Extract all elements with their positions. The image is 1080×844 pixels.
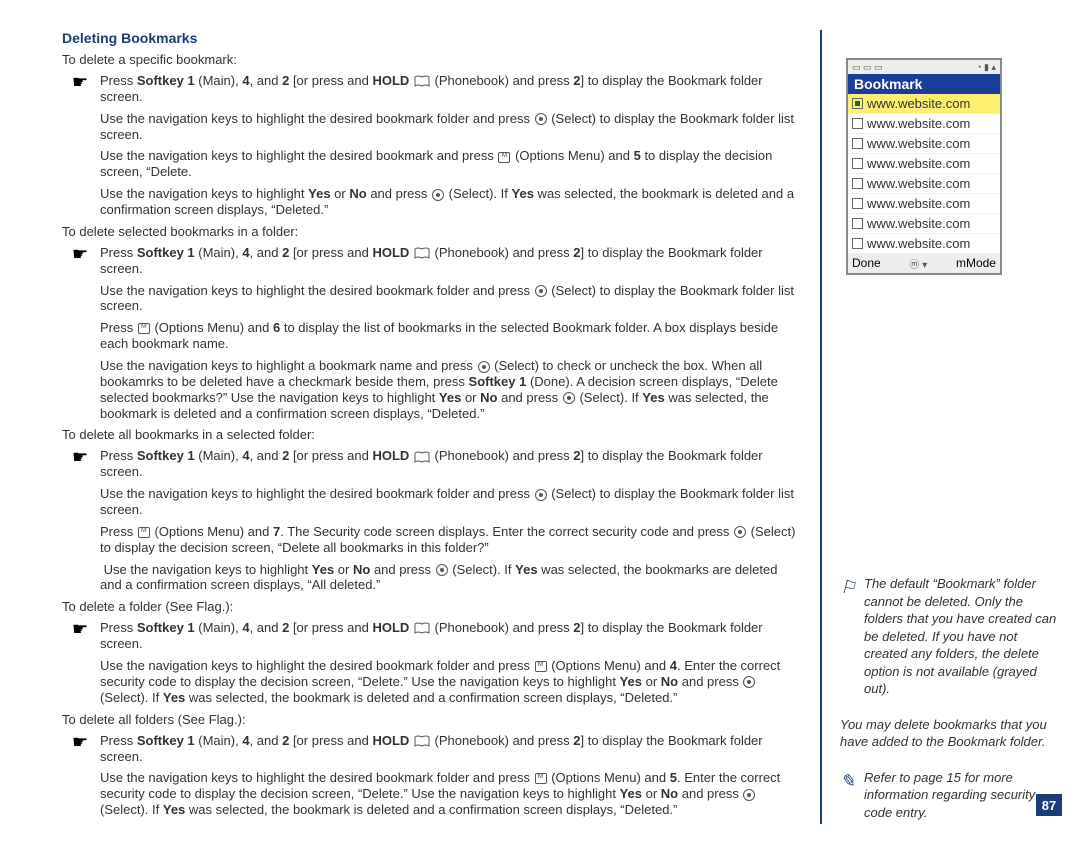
flag-note: ⚐ The default “Bookmark” folder cannot b… bbox=[840, 575, 1058, 698]
phone-screenshot: ▭ ▭ ▭ ◔ ▮ ▴ Bookmark www.website.com www… bbox=[846, 58, 1002, 275]
side-column: ▭ ▭ ▭ ◔ ▮ ▴ Bookmark www.website.com www… bbox=[840, 30, 1058, 824]
select-icon bbox=[535, 113, 547, 125]
select-icon bbox=[436, 564, 448, 576]
checkbox-icon bbox=[852, 158, 863, 169]
bookmark-list: www.website.com www.website.com www.webs… bbox=[848, 94, 1000, 254]
column-divider bbox=[820, 30, 822, 824]
select-icon bbox=[734, 526, 746, 538]
step: Press Softkey 1 (Main), 4, and 2 [or pre… bbox=[62, 448, 802, 593]
list-item: www.website.com bbox=[848, 134, 1000, 154]
step: Press Softkey 1 (Main), 4, and 2 [or pre… bbox=[62, 245, 802, 422]
key-icon: ✎ bbox=[840, 769, 855, 793]
list-item: www.website.com bbox=[848, 94, 1000, 114]
document-page: Deleting Bookmarks To delete a specific … bbox=[0, 0, 1080, 844]
status-left-icons: ▭ ▭ ▭ bbox=[852, 62, 883, 73]
options-menu-icon bbox=[498, 152, 510, 163]
list-item: www.website.com bbox=[848, 154, 1000, 174]
step: Press Softkey 1 (Main), 4, and 2 [or pre… bbox=[62, 73, 802, 218]
step: Press Softkey 1 (Main), 4, and 2 [or pre… bbox=[62, 620, 802, 705]
phonebook-icon bbox=[414, 247, 430, 260]
options-menu-icon bbox=[535, 661, 547, 672]
list-item: www.website.com bbox=[848, 234, 1000, 254]
status-bar: ▭ ▭ ▭ ◔ ▮ ▴ bbox=[848, 60, 1000, 74]
select-icon bbox=[535, 285, 547, 297]
softkey-bar: Done ⓜ ▾ mMode bbox=[848, 254, 1000, 273]
lead-text: To delete selected bookmarks in a folder… bbox=[62, 224, 802, 239]
checkbox-icon bbox=[852, 178, 863, 189]
phone-screen-title: Bookmark bbox=[848, 74, 1000, 94]
checkbox-icon bbox=[852, 98, 863, 109]
select-icon bbox=[535, 489, 547, 501]
lead-text: To delete all bookmarks in a selected fo… bbox=[62, 427, 802, 442]
status-right-icons: ◔ ▮ ▴ bbox=[976, 62, 996, 73]
softkey-left: Done bbox=[852, 256, 881, 271]
lead-text: To delete all folders (See Flag.): bbox=[62, 712, 802, 727]
phonebook-icon bbox=[414, 735, 430, 748]
step: Press Softkey 1 (Main), 4, and 2 [or pre… bbox=[62, 733, 802, 818]
select-icon bbox=[563, 392, 575, 404]
phonebook-icon bbox=[414, 75, 430, 88]
phonebook-icon bbox=[414, 451, 430, 464]
main-column: Deleting Bookmarks To delete a specific … bbox=[62, 30, 812, 824]
options-menu-icon bbox=[138, 527, 150, 538]
page-number: 87 bbox=[1036, 794, 1062, 816]
softkey-right: mMode bbox=[956, 256, 996, 271]
select-icon bbox=[743, 676, 755, 688]
checkbox-icon bbox=[852, 118, 863, 129]
options-menu-icon bbox=[535, 773, 547, 784]
select-icon bbox=[432, 189, 444, 201]
list-item: www.website.com bbox=[848, 194, 1000, 214]
key-note: ✎ Refer to page 15 for more information … bbox=[840, 769, 1058, 822]
list-item: www.website.com bbox=[848, 114, 1000, 134]
checkbox-icon bbox=[852, 218, 863, 229]
list-item: www.website.com bbox=[848, 214, 1000, 234]
checkbox-icon bbox=[852, 238, 863, 249]
softkey-mid-icon: ⓜ ▾ bbox=[909, 256, 927, 271]
checkbox-icon bbox=[852, 138, 863, 149]
lead-text: To delete a specific bookmark: bbox=[62, 52, 802, 67]
checkbox-icon bbox=[852, 198, 863, 209]
options-menu-icon bbox=[138, 323, 150, 334]
list-item: www.website.com bbox=[848, 174, 1000, 194]
select-icon bbox=[478, 361, 490, 373]
lead-text: To delete a folder (See Flag.): bbox=[62, 599, 802, 614]
phonebook-icon bbox=[414, 622, 430, 635]
section-heading: Deleting Bookmarks bbox=[62, 30, 802, 46]
select-icon bbox=[743, 789, 755, 801]
flag-note: You may delete bookmarks that you have a… bbox=[840, 716, 1058, 751]
flag-icon: ⚐ bbox=[840, 575, 856, 599]
